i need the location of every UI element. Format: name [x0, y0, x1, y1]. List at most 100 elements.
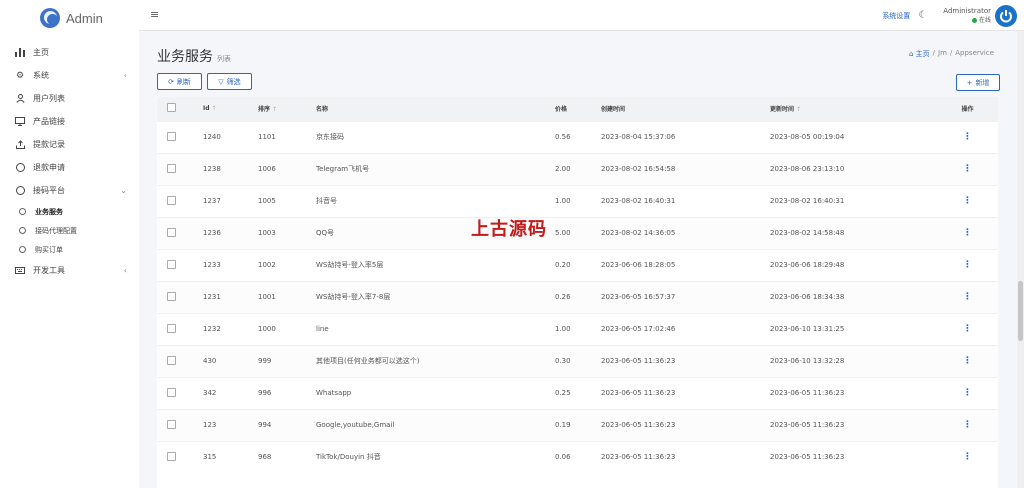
cell-created: 2023-06-05 11:36:23 — [601, 440, 770, 473]
row-checkbox[interactable] — [167, 291, 176, 301]
column-header-sort[interactable]: 排序 ↑ — [258, 97, 316, 121]
row-actions-icon[interactable]: ⋮ — [963, 132, 972, 142]
cell-created: 2023-06-06 18:28:05 — [601, 248, 770, 281]
row-actions-icon[interactable]: ⋮ — [963, 164, 972, 174]
data-table-card: Id ↑ 排序 ↑ 名称 价格 创建时间 更新时间 ↑ 操作 1240 1101 京东接码… — [157, 97, 998, 488]
sidebar-subitem-orders[interactable]: 购买订单 — [0, 240, 139, 259]
cell-updated: 2023-08-05 00:19:04 — [770, 120, 937, 153]
system-settings-link[interactable]: 系统设置 — [882, 11, 910, 21]
cell-created: 2023-08-02 14:36:05 — [601, 216, 770, 249]
sidebar-subitem-label: 购买订单 — [35, 245, 63, 254]
upload-icon — [15, 140, 25, 150]
cell-updated: 2023-06-06 18:34:38 — [770, 280, 937, 313]
cell-price: 5.00 — [555, 216, 601, 249]
cell-sort: 994 — [258, 408, 316, 441]
sidebar-item-withdrawals[interactable]: 提款记录 — [0, 133, 139, 156]
column-header-updated[interactable]: 更新时间 ↑ — [770, 97, 937, 121]
breadcrumb-mid[interactable]: Jm — [938, 49, 947, 59]
chevron-left-icon: ‹ — [123, 71, 127, 80]
topbar-right: 系统设置 ☾ Administrator 在线 — [882, 0, 1024, 31]
chevron-left-icon: ‹ — [123, 266, 127, 275]
menu-toggle-icon[interactable]: ≡ — [150, 8, 159, 21]
sidebar-item-dev-tools[interactable]: 开发工具 ‹ — [0, 259, 139, 282]
theme-toggle-icon[interactable]: ☾ — [918, 10, 927, 21]
row-actions-icon[interactable]: ⋮ — [963, 196, 972, 206]
home-icon: ⌂ — [908, 50, 914, 58]
table-row: 1232 1000 line 1.00 2023-06-05 17:02:46 2023-… — [157, 312, 998, 345]
row-actions-icon[interactable]: ⋮ — [963, 420, 972, 430]
sidebar-item-refunds[interactable]: 退款申请 — [0, 156, 139, 179]
page-scrollbar[interactable] — [1017, 31, 1024, 488]
row-checkbox[interactable] — [167, 419, 176, 429]
row-checkbox[interactable] — [167, 387, 176, 397]
row-actions-icon[interactable]: ⋮ — [963, 356, 972, 366]
row-actions-icon[interactable]: ⋮ — [963, 452, 972, 462]
refresh-button[interactable]: ⟳ 刷新 — [157, 73, 202, 90]
cell-ops: ⋮ — [937, 184, 998, 217]
user-info[interactable]: Administrator 在线 — [943, 6, 991, 26]
power-icon — [1000, 9, 1012, 22]
cell-id: 1231 — [203, 280, 258, 313]
cell-updated: 2023-06-05 11:36:23 — [770, 408, 937, 441]
sidebar-item-system[interactable]: ⚙ 系统 ‹ — [0, 64, 139, 87]
refresh-label: 刷新 — [176, 77, 191, 86]
cell-sort: 1005 — [258, 184, 316, 217]
cell-sort: 1000 — [258, 312, 316, 345]
scrollbar-thumb[interactable] — [1018, 281, 1023, 341]
row-checkbox[interactable] — [167, 131, 176, 141]
sidebar-item-product-links[interactable]: 产品链接 — [0, 110, 139, 133]
select-all-checkbox[interactable] — [167, 103, 176, 113]
row-checkbox[interactable] — [167, 451, 176, 461]
row-actions-icon[interactable]: ⋮ — [963, 388, 972, 398]
cell-ops: ⋮ — [937, 120, 998, 153]
column-header-id[interactable]: Id ↑ — [203, 97, 258, 121]
row-checkbox[interactable] — [167, 355, 176, 365]
row-actions-icon[interactable]: ⋮ — [963, 324, 972, 334]
cell-price: 0.19 — [555, 408, 601, 441]
filter-button[interactable]: ▽ 筛选 — [207, 73, 252, 90]
column-header-created: 创建时间 — [601, 97, 770, 121]
sidebar-subitem-agent-config[interactable]: 接码代理配置 — [0, 221, 139, 240]
row-actions-icon[interactable]: ⋮ — [963, 228, 972, 238]
row-checkbox[interactable] — [167, 259, 176, 269]
row-actions-icon[interactable]: ⋮ — [963, 260, 972, 270]
table-row: 430 999 其他项目(任何业务都可以选这个) 0.30 2023-06-05 11:… — [157, 344, 998, 377]
row-checkbox[interactable] — [167, 323, 176, 333]
sidebar-item-label: 提款记录 — [33, 140, 65, 149]
row-checkbox[interactable] — [167, 163, 176, 173]
brand[interactable]: Admin — [0, 0, 139, 36]
topbar: ≡ 系统设置 ☾ Administrator 在线 — [139, 0, 1024, 31]
sidebar-item-users[interactable]: 用户列表 — [0, 87, 139, 110]
cell-created: 2023-06-05 11:36:23 — [601, 344, 770, 377]
sidebar-item-label: 接码平台 — [33, 186, 65, 195]
cell-updated: 2023-06-05 11:36:23 — [770, 376, 937, 409]
user-status-label: 在线 — [978, 16, 991, 24]
cell-ops: ⋮ — [937, 344, 998, 377]
circle-icon — [19, 208, 26, 215]
plus-icon: + — [966, 78, 973, 87]
breadcrumb-home[interactable]: ⌂ 主页 — [909, 49, 930, 59]
cell-name: 京东接码 — [316, 120, 555, 153]
row-checkbox[interactable] — [167, 227, 176, 237]
sidebar-subitem-business-services[interactable]: 业务服务 — [0, 202, 139, 221]
circle-icon — [19, 227, 26, 234]
row-select-cell — [157, 312, 203, 345]
avatar[interactable] — [995, 4, 1017, 27]
row-checkbox[interactable] — [167, 195, 176, 205]
sidebar-item-code-platform[interactable]: 接码平台 ⌄ — [0, 179, 139, 202]
sidebar-item-label: 产品链接 — [33, 117, 65, 126]
cell-created: 2023-06-05 17:02:46 — [601, 312, 770, 345]
cell-ops: ⋮ — [937, 440, 998, 473]
sidebar-item-home[interactable]: 主页 — [0, 41, 139, 64]
cell-updated: 2023-06-10 13:32:28 — [770, 344, 937, 377]
cell-price: 0.26 — [555, 280, 601, 313]
row-actions-icon[interactable]: ⋮ — [963, 292, 972, 302]
filter-icon: ▽ — [218, 77, 224, 86]
cell-price: 0.56 — [555, 120, 601, 153]
cell-id: 342 — [203, 376, 258, 409]
cell-name: Telegram飞机号 — [316, 152, 555, 185]
add-button[interactable]: + 新增 — [956, 74, 1000, 91]
breadcrumb-current: Appservice — [955, 49, 994, 57]
cell-price: 1.00 — [555, 184, 601, 217]
column-header-label: 排序 — [258, 106, 271, 114]
